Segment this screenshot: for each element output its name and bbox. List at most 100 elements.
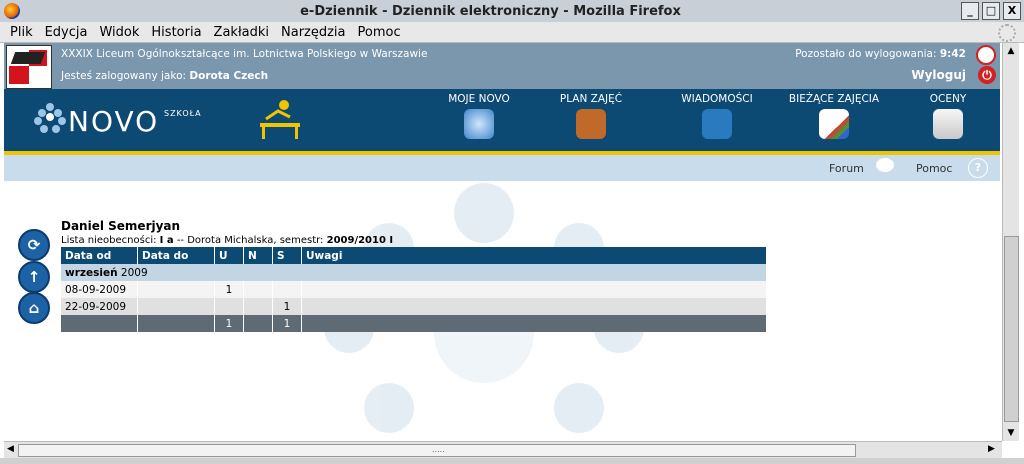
col-header: Data do	[137, 247, 215, 264]
nav-plan-zajec[interactable]: PLAN ZAJĘĆ	[556, 93, 626, 139]
table-row: 22-09-2009 1	[61, 298, 767, 315]
month-row: wrzesień 2009	[61, 264, 767, 281]
vertical-scrollbar[interactable]: ▲ ▼	[1002, 43, 1019, 441]
u-cell	[214, 298, 244, 315]
school-name: XXXIX Liceum Ogólnokształcące im. Lotnic…	[61, 48, 428, 60]
help-link[interactable]: Pomoc	[916, 162, 952, 175]
scroll-left-arrow[interactable]: ◀	[7, 444, 14, 454]
speech-bubble-icon[interactable]	[876, 158, 894, 172]
nav-biezace-zajecia[interactable]: BIEŻĄCE ZAJĘCIA	[788, 93, 880, 139]
nav-label: MOJE NOVO	[448, 93, 510, 105]
date-to-cell	[137, 281, 215, 298]
timeout-value: 9:42	[939, 48, 966, 60]
main-navbar: NOVO SZKOŁA MOJE NOVO PLAN ZAJĘĆ WIADOMO…	[4, 89, 1000, 155]
scroll-right-arrow[interactable]: ▶	[988, 444, 995, 454]
firefox-icon	[4, 3, 20, 19]
help-icon[interactable]: ?	[968, 158, 988, 178]
close-button[interactable]: X	[1003, 2, 1021, 20]
date-from-cell: 22-09-2009	[61, 298, 138, 315]
logged-user: Dorota Czech	[189, 70, 269, 82]
page-content: XXXIX Liceum Ogólnokształcące im. Lotnic…	[4, 43, 1000, 441]
sub-bar: Forum Pomoc ?	[4, 155, 1000, 181]
absence-list-info: Lista nieobecności: I a -- Dorota Michal…	[61, 235, 393, 246]
total-s: 1	[272, 315, 302, 332]
semester-value: 2009/2010 I	[326, 235, 394, 246]
notes-cell	[301, 298, 767, 315]
s-cell	[272, 281, 302, 298]
nav-label: WIADOMOŚCI	[681, 93, 753, 105]
window-titlebar: e-Dziennik - Dziennik elektroniczny - Mo…	[0, 0, 1024, 23]
session-timeout: Pozostało do wylogowania: 9:42	[795, 48, 966, 60]
table-row: 08-09-2009 1	[61, 281, 767, 298]
home-icon[interactable]: ⌂	[18, 292, 50, 324]
menu-narzedzia[interactable]: Narzędzia	[281, 25, 346, 40]
total-n	[243, 315, 273, 332]
n-cell	[243, 298, 273, 315]
nav-label: PLAN ZAJĘĆ	[559, 93, 623, 105]
scroll-grip: .....	[432, 445, 445, 454]
timeout-label: Pozostało do wylogowania:	[795, 48, 937, 60]
nav-moje-novo[interactable]: MOJE NOVO	[446, 93, 512, 139]
alarm-clock-icon	[976, 45, 996, 65]
brand-sub: SZKOŁA	[164, 109, 202, 118]
minimize-button[interactable]: _	[961, 2, 979, 20]
date-from-cell: 08-09-2009	[61, 281, 138, 298]
month-name: wrzesień	[65, 266, 118, 279]
col-header: N	[243, 247, 273, 264]
logout-link[interactable]: Wyloguj	[911, 68, 966, 82]
arrow-up-icon[interactable]: ↑	[18, 261, 50, 293]
s-cell: 1	[272, 298, 302, 315]
menu-plik[interactable]: Plik	[10, 25, 33, 40]
scroll-up-arrow[interactable]: ▲	[1005, 45, 1017, 57]
totals-spacer	[61, 315, 138, 332]
notes-cell	[301, 281, 767, 298]
col-header: Data od	[61, 247, 138, 264]
teacher-desk-icon	[260, 100, 300, 139]
month-cell: wrzesień 2009	[61, 264, 767, 281]
col-header: Uwagi	[301, 247, 767, 264]
absence-table: Data od Data do U N S Uwagi wrzesień 200…	[61, 247, 767, 332]
horizontal-scrollbar[interactable]: ◀ ..... ▶	[4, 441, 1002, 458]
status-bar	[0, 458, 1024, 464]
window-title: e-Dziennik - Dziennik elektroniczny - Mo…	[300, 3, 681, 19]
scroll-thumb[interactable]	[1004, 236, 1019, 422]
refresh-icon[interactable]: ⟳	[18, 229, 50, 261]
menu-historia[interactable]: Historia	[151, 25, 201, 40]
menu-bar: Plik Edycja Widok Historia Zakładki Narz…	[0, 22, 1024, 43]
chart-icon	[819, 109, 849, 139]
mail-icon	[702, 109, 732, 139]
logged-label: Jesteś zalogowany jako:	[61, 70, 187, 82]
scroll-down-arrow[interactable]: ▼	[1005, 427, 1017, 439]
power-icon[interactable]: ⏻	[978, 66, 996, 84]
student-name: Daniel Semerjyan	[61, 219, 181, 233]
novo-logo-icon	[34, 103, 66, 135]
col-header: S	[272, 247, 302, 264]
date-to-cell	[137, 298, 215, 315]
logged-in-info: Jesteś zalogowany jako: Dorota Czech	[61, 70, 268, 82]
nav-oceny[interactable]: OCENY	[920, 93, 976, 139]
nav-label: BIEŻĄCE ZAJĘCIA	[788, 93, 880, 105]
grades-icon	[933, 109, 963, 139]
teacher-semester-label: -- Dorota Michalska, semestr:	[176, 235, 324, 246]
nav-label: OCENY	[929, 93, 967, 105]
totals-spacer	[301, 315, 767, 332]
school-logo	[6, 45, 52, 89]
totals-row: 1 1	[61, 315, 767, 332]
forum-link[interactable]: Forum	[829, 162, 864, 175]
menu-widok[interactable]: Widok	[99, 25, 139, 40]
nav-wiadomosci[interactable]: WIADOMOŚCI	[680, 93, 754, 139]
u-cell: 1	[214, 281, 244, 298]
menu-edycja[interactable]: Edycja	[45, 25, 88, 40]
brand-name: NOVO	[68, 105, 160, 138]
month-year: 2009	[120, 266, 148, 279]
menu-pomoc[interactable]: Pomoc	[358, 25, 401, 40]
list-label: Lista nieobecności:	[61, 235, 157, 246]
col-header: U	[214, 247, 244, 264]
table-header-row: Data od Data do U N S Uwagi	[61, 247, 767, 264]
menu-zakladki[interactable]: Zakładki	[214, 25, 269, 40]
book-icon	[576, 109, 606, 139]
top-bar: XXXIX Liceum Ogólnokształcące im. Lotnic…	[4, 43, 1000, 89]
class-name: I a	[159, 235, 174, 246]
globe-icon	[464, 109, 494, 139]
maximize-button[interactable]: □	[982, 2, 1000, 20]
